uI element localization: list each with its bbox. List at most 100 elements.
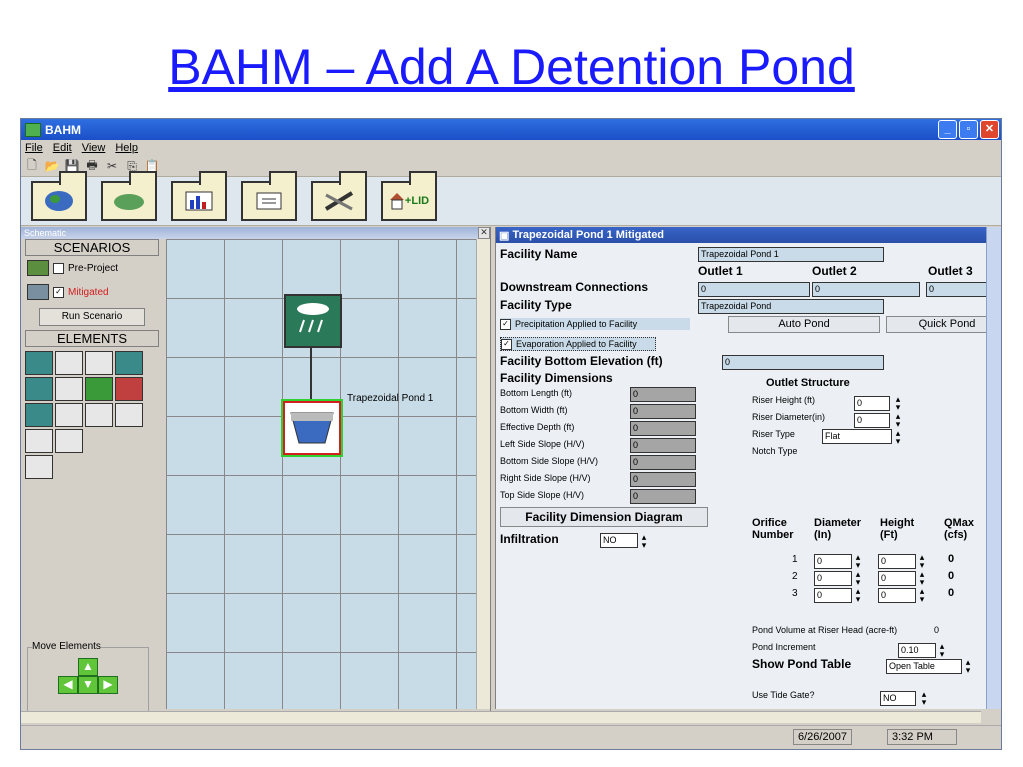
facility-type-input[interactable]: Trapezoidal Pond [698, 299, 884, 314]
orifice-2-height-input[interactable]: 0 [878, 571, 916, 586]
new-file-icon[interactable]: 🗋 [25, 158, 39, 173]
flow-splitter-element-icon[interactable] [115, 377, 143, 401]
window-title: BAHM [45, 122, 81, 137]
infiltration-select[interactable]: NO [600, 533, 638, 548]
run-scenario-button[interactable]: Run Scenario [39, 308, 145, 326]
channel-element-icon[interactable] [55, 377, 83, 401]
tide-gate-select[interactable]: NO [880, 691, 916, 706]
precipitation-checkbox[interactable]: ✓ [500, 318, 511, 330]
stage-storage-element-icon[interactable] [55, 429, 83, 453]
effective-depth-input[interactable]: 0 [630, 421, 696, 436]
open-folder-icon[interactable]: 📂 [45, 159, 60, 173]
trapezoidal-pond-node-icon[interactable] [281, 399, 343, 457]
cut-icon[interactable]: ✂ [105, 159, 119, 173]
pond-increment-spinner-icon[interactable]: ▴ ▾ [936, 642, 948, 659]
bottom-length-input[interactable]: 0 [630, 387, 696, 402]
menu-file[interactable]: File [25, 142, 43, 154]
basin-element-icon[interactable] [25, 351, 53, 375]
report-button[interactable] [241, 171, 297, 221]
general-info-button[interactable] [101, 171, 157, 221]
move-right-icon[interactable]: ▶ [98, 676, 118, 694]
scenario-pre-project[interactable]: Pre-Project [21, 256, 163, 280]
outlet-2-connection-input[interactable]: 0 [812, 282, 920, 297]
orifice-3-diameter-input[interactable]: 0 [814, 588, 852, 603]
menu-edit[interactable]: Edit [53, 142, 72, 154]
print-icon[interactable]: 🖶 [85, 158, 99, 173]
move-up-icon[interactable]: ▲ [78, 658, 98, 676]
form-vertical-scrollbar[interactable] [986, 227, 1001, 709]
dimension-diagram-button[interactable]: Facility Dimension Diagram [500, 507, 708, 527]
top-side-slope-input[interactable]: 0 [630, 489, 696, 504]
riser-diameter-label: Riser Diameter(in) [752, 412, 826, 422]
riser-type-select[interactable]: Flat [822, 429, 892, 444]
menu-view[interactable]: View [82, 142, 106, 154]
schematic-close-icon[interactable]: ✕ [478, 227, 490, 239]
pre-project-checkbox[interactable] [53, 262, 64, 274]
orifice-1-height-spinner-icon[interactable]: ▴ ▾ [916, 553, 928, 570]
schematic-grid[interactable]: Trapezoidal Pond 1 [166, 239, 476, 709]
outlet-3-connection-input[interactable]: 0 [926, 282, 988, 297]
trapezoidal-pond-element-icon[interactable] [55, 351, 83, 375]
orifice-1-height-input[interactable]: 0 [878, 554, 916, 569]
tools-button[interactable] [311, 171, 367, 221]
infiltration-spinner-icon[interactable]: ▴ ▾ [638, 533, 650, 550]
move-down-icon[interactable]: ▼ [78, 676, 98, 694]
open-table-spinner-icon[interactable]: ▴ ▾ [962, 658, 974, 675]
move-left-icon[interactable]: ◀ [58, 676, 78, 694]
minimize-button[interactable]: _ [938, 120, 957, 139]
sediment-pond-element-icon[interactable] [25, 455, 53, 479]
precipitation-checkbox-row[interactable]: ✓ Precipitation Applied to Facility [500, 318, 690, 330]
tank-element-icon[interactable] [115, 351, 143, 375]
evaporation-checkbox[interactable]: ✓ [501, 338, 512, 350]
orifice-1-diameter-spinner-icon[interactable]: ▴ ▾ [852, 553, 864, 570]
open-table-select[interactable]: Open Table [886, 659, 962, 674]
basin-node-icon[interactable] [284, 294, 342, 348]
facility-name-label: Facility Name [500, 247, 578, 261]
infiltration-basin-element-icon[interactable] [85, 403, 113, 427]
orifice-3-diameter-spinner-icon[interactable]: ▴ ▾ [852, 587, 864, 604]
riser-height-input[interactable]: 0 [854, 396, 890, 411]
outlet-1-connection-input[interactable]: 0 [698, 282, 810, 297]
close-button[interactable]: ✕ [980, 120, 999, 139]
orifice-2-diameter-input[interactable]: 0 [814, 571, 852, 586]
lid-button[interactable]: +LID [381, 171, 437, 221]
bottom-width-input[interactable]: 0 [630, 404, 696, 419]
vault-element-icon[interactable] [85, 351, 113, 375]
infiltration-label: Infiltration [500, 532, 559, 546]
menu-help[interactable]: Help [115, 142, 138, 154]
schematic-vertical-scrollbar[interactable] [476, 239, 490, 709]
lateral-basin-element-icon[interactable] [25, 377, 53, 401]
tide-gate-spinner-icon[interactable]: ▴ ▾ [918, 690, 930, 707]
facility-name-input[interactable]: Trapezoidal Pond 1 [698, 247, 884, 262]
scenario-label: Mitigated [68, 286, 109, 298]
storage-area-element-icon[interactable] [25, 429, 53, 453]
quick-pond-button[interactable]: Quick Pond [886, 316, 988, 333]
pond-increment-input[interactable]: 0.10 [898, 643, 936, 658]
horizontal-scrollbar[interactable] [21, 711, 981, 723]
bottom-elevation-input[interactable]: 0 [722, 355, 884, 370]
riser-diameter-spinner-icon[interactable]: ▴ ▾ [892, 412, 904, 429]
bioretention-element-icon[interactable] [25, 403, 53, 427]
irregular-pond-element-icon[interactable] [55, 403, 83, 427]
orifice-3-height-spinner-icon[interactable]: ▴ ▾ [916, 587, 928, 604]
auto-pond-button[interactable]: Auto Pond [728, 316, 880, 333]
scenario-mitigated[interactable]: ✓ Mitigated [21, 280, 163, 304]
gravel-trench-element-icon[interactable] [85, 377, 113, 401]
map-globe-button[interactable] [31, 171, 87, 221]
orifice-1-diameter-input[interactable]: 0 [814, 554, 852, 569]
orifice-2-diameter-spinner-icon[interactable]: ▴ ▾ [852, 570, 864, 587]
riser-type-spinner-icon[interactable]: ▴ ▾ [892, 429, 904, 446]
right-side-slope-input[interactable]: 0 [630, 472, 696, 487]
orifice-3-height-input[interactable]: 0 [878, 588, 916, 603]
outlet-1-label: Outlet 1 [698, 264, 743, 278]
splitter-element-icon[interactable] [115, 403, 143, 427]
riser-height-spinner-icon[interactable]: ▴ ▾ [892, 395, 904, 412]
riser-diameter-input[interactable]: 0 [854, 413, 890, 428]
evaporation-checkbox-row[interactable]: ✓ Evaporation Applied to Facility [500, 337, 656, 351]
orifice-2-height-spinner-icon[interactable]: ▴ ▾ [916, 570, 928, 587]
left-side-slope-input[interactable]: 0 [630, 438, 696, 453]
maximize-button[interactable]: ▫ [959, 120, 978, 139]
mitigated-checkbox[interactable]: ✓ [53, 286, 64, 298]
bottom-side-slope-input[interactable]: 0 [630, 455, 696, 470]
analysis-button[interactable] [171, 171, 227, 221]
